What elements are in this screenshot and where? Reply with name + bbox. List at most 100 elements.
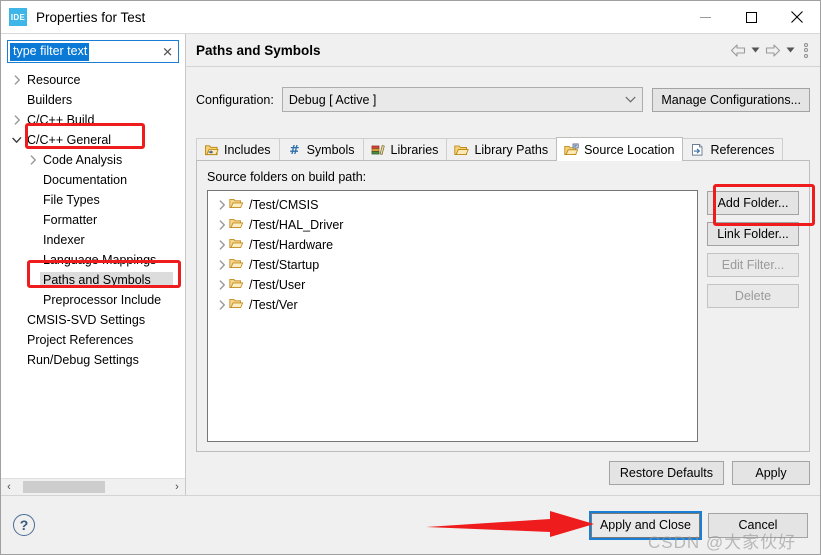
window-title: Properties for Test bbox=[36, 9, 146, 25]
sidebar-item-documentation[interactable]: Documentation bbox=[1, 170, 185, 190]
forward-dropdown-chevron-down-icon[interactable] bbox=[784, 39, 797, 61]
sidebar-item-label: C/C++ Build bbox=[27, 113, 95, 127]
tab-library-paths[interactable]: Library Paths bbox=[446, 138, 558, 160]
scrollbar-track[interactable] bbox=[17, 479, 169, 495]
tab-source-location[interactable]: Source Location bbox=[556, 137, 684, 161]
configuration-row: Configuration: Debug [ Active ] Manage C… bbox=[196, 87, 810, 112]
property-tabs: Includes # Symbols Libraries Library Paths So… bbox=[196, 137, 810, 161]
window-controls bbox=[682, 1, 820, 33]
sidebar-item-builders[interactable]: Builders bbox=[1, 90, 185, 110]
scroll-right-icon[interactable]: › bbox=[169, 479, 185, 495]
maximize-icon[interactable] bbox=[728, 1, 774, 33]
tab-includes[interactable]: Includes bbox=[196, 138, 280, 160]
chevron-right-icon[interactable] bbox=[215, 260, 229, 270]
scroll-left-icon[interactable]: ‹ bbox=[1, 479, 17, 495]
libraries-icon bbox=[371, 143, 386, 157]
sidebar-item-indexer[interactable]: Indexer bbox=[1, 230, 185, 250]
chevron-right-icon[interactable] bbox=[9, 115, 25, 125]
manage-configurations-button[interactable]: Manage Configurations... bbox=[652, 87, 810, 112]
close-icon[interactable] bbox=[774, 1, 820, 33]
chevron-right-icon[interactable] bbox=[215, 280, 229, 290]
sidebar-horizontal-scrollbar[interactable]: ‹ › bbox=[1, 478, 185, 495]
sidebar-item-project-references[interactable]: Project References bbox=[1, 330, 185, 350]
sidebar-item-file-types[interactable]: File Types bbox=[1, 190, 185, 210]
add-folder-button[interactable]: Add Folder... bbox=[707, 191, 799, 215]
sidebar-item-c-c-build[interactable]: C/C++ Build bbox=[1, 110, 185, 130]
apply-button[interactable]: Apply bbox=[732, 461, 810, 485]
filter-container: type filter text ✕ bbox=[1, 34, 185, 67]
paths-and-symbols-page: Configuration: Debug [ Active ] Manage C… bbox=[186, 67, 820, 495]
sidebar-item-label: Project References bbox=[27, 333, 134, 347]
tab-libraries[interactable]: Libraries bbox=[362, 138, 448, 160]
source-folder-row[interactable]: /Test/CMSIS bbox=[208, 195, 697, 215]
sidebar-item-paths-and-symbols[interactable]: Paths and Symbols bbox=[1, 270, 185, 290]
chevron-right-icon[interactable] bbox=[215, 200, 229, 210]
includes-icon bbox=[204, 143, 219, 157]
tab-symbols[interactable]: # Symbols bbox=[278, 138, 364, 160]
back-dropdown-chevron-down-icon[interactable] bbox=[749, 39, 762, 61]
title-bar: IDE Properties for Test bbox=[1, 1, 820, 33]
sidebar-item-run-debug-settings[interactable]: Run/Debug Settings bbox=[1, 350, 185, 370]
source-location-panel: Source folders on build path: /Test/CMSI… bbox=[196, 161, 810, 452]
folder-icon bbox=[229, 237, 245, 253]
edit-filter-button: Edit Filter... bbox=[707, 253, 799, 277]
chevron-down-icon[interactable] bbox=[9, 136, 25, 144]
source-folder-row[interactable]: /Test/HAL_Driver bbox=[208, 215, 697, 235]
tab-label: Symbols bbox=[306, 142, 355, 157]
apply-and-close-button[interactable]: Apply and Close bbox=[588, 510, 703, 540]
folder-icon bbox=[229, 277, 245, 293]
folder-icon bbox=[229, 297, 245, 313]
sidebar-item-c-c-general[interactable]: C/C++ General bbox=[1, 130, 185, 150]
folder-icon bbox=[229, 197, 245, 213]
link-folder-button[interactable]: Link Folder... bbox=[707, 222, 799, 246]
source-folder-row[interactable]: /Test/Hardware bbox=[208, 235, 697, 255]
sidebar-item-formatter[interactable]: Formatter bbox=[1, 210, 185, 230]
minimize-icon[interactable] bbox=[682, 1, 728, 33]
source-folder-row[interactable]: /Test/Ver bbox=[208, 295, 697, 315]
configuration-select[interactable]: Debug [ Active ] bbox=[281, 87, 644, 112]
source-folder-path: /Test/User bbox=[249, 278, 306, 292]
sidebar-item-label: Language Mappings bbox=[43, 253, 157, 267]
tab-references[interactable]: References bbox=[682, 138, 784, 160]
chevron-right-icon[interactable] bbox=[215, 240, 229, 250]
scrollbar-thumb[interactable] bbox=[23, 481, 105, 493]
sidebar-item-label: Code Analysis bbox=[43, 153, 123, 167]
sidebar-item-label: Indexer bbox=[43, 233, 85, 247]
sidebar-item-language-mappings[interactable]: Language Mappings bbox=[1, 250, 185, 270]
chevron-down-icon bbox=[625, 95, 636, 105]
chevron-right-icon[interactable] bbox=[215, 300, 229, 310]
sidebar-item-label: Builders bbox=[27, 93, 73, 107]
page-title: Paths and Symbols bbox=[196, 42, 321, 58]
source-folder-path: /Test/Hardware bbox=[249, 238, 334, 252]
sidebar-item-resource[interactable]: Resource bbox=[1, 70, 185, 90]
dialog-footer: ? Apply and Close Cancel bbox=[1, 495, 820, 554]
back-arrow-icon[interactable] bbox=[728, 39, 748, 61]
sidebar-item-code-analysis[interactable]: Code Analysis bbox=[1, 150, 185, 170]
sidebar-item-preprocessor-include[interactable]: Preprocessor Include bbox=[1, 290, 185, 310]
view-menu-icon[interactable] bbox=[798, 39, 814, 61]
dialog-body: type filter text ✕ Resource Builders C/C++… bbox=[1, 33, 820, 495]
chevron-right-icon[interactable] bbox=[215, 220, 229, 230]
source-folder-path: /Test/HAL_Driver bbox=[249, 218, 344, 232]
chevron-right-icon[interactable] bbox=[9, 75, 25, 85]
content-header: Paths and Symbols bbox=[186, 34, 820, 67]
sidebar-item-label: C/C++ General bbox=[27, 133, 112, 147]
search-input[interactable]: type filter text ✕ bbox=[7, 40, 179, 63]
navigation-controls bbox=[728, 39, 814, 61]
svg-text:#: # bbox=[289, 143, 299, 157]
tab-label: References bbox=[710, 142, 775, 157]
clear-filter-icon[interactable]: ✕ bbox=[162, 45, 173, 58]
forward-arrow-icon[interactable] bbox=[763, 39, 783, 61]
help-icon[interactable]: ? bbox=[13, 514, 35, 536]
source-folder-row[interactable]: /Test/Startup bbox=[208, 255, 697, 275]
cancel-button[interactable]: Cancel bbox=[708, 512, 808, 538]
settings-content: Paths and Symbols Configuration: Debug [… bbox=[186, 34, 820, 495]
settings-tree: Resource Builders C/C++ Build C/C++ General… bbox=[1, 67, 185, 478]
source-folders-list[interactable]: /Test/CMSIS/Test/HAL_Driver/Test/Hardwar… bbox=[207, 190, 698, 442]
configuration-value: Debug [ Active ] bbox=[288, 92, 377, 107]
folder-icon bbox=[229, 217, 245, 233]
restore-defaults-button[interactable]: Restore Defaults bbox=[608, 461, 724, 485]
chevron-right-icon[interactable] bbox=[25, 155, 41, 165]
sidebar-item-cmsis-svd-settings[interactable]: CMSIS-SVD Settings bbox=[1, 310, 185, 330]
source-folder-row[interactable]: /Test/User bbox=[208, 275, 697, 295]
